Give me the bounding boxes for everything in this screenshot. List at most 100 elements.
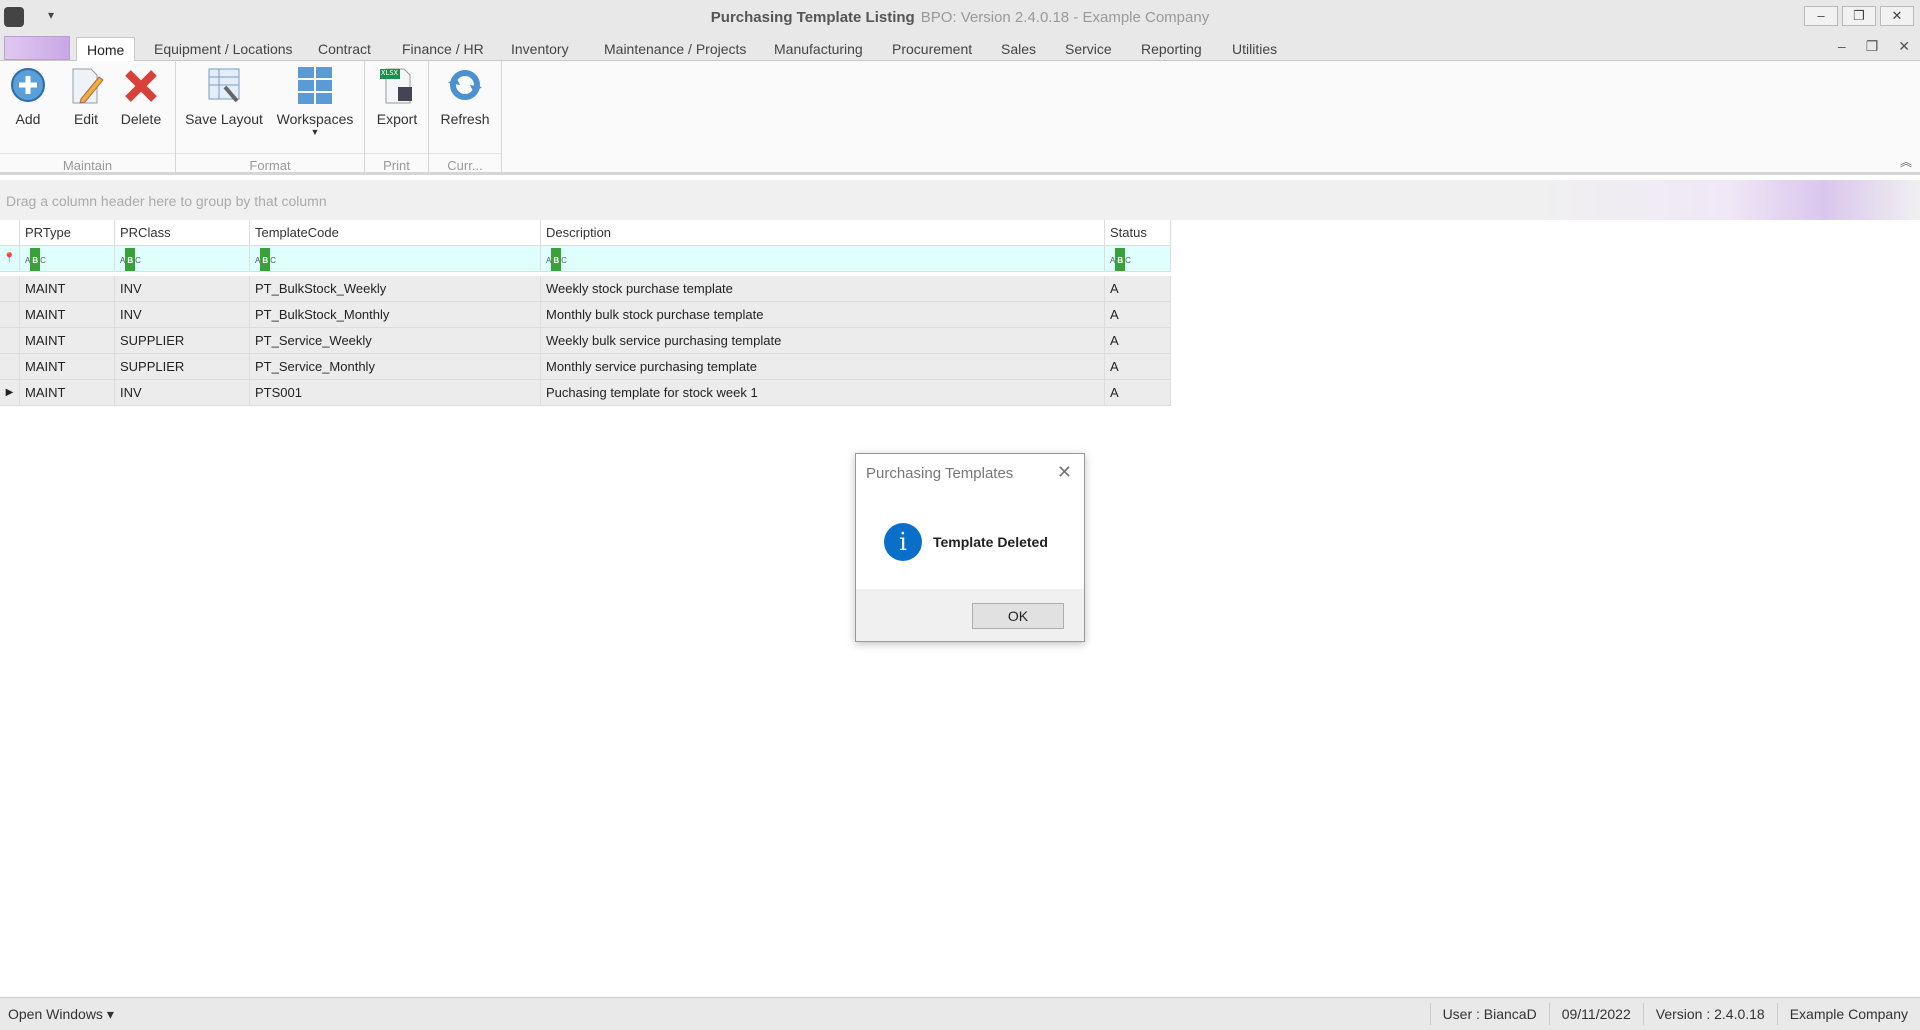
app-icon[interactable] <box>4 7 24 27</box>
table-row[interactable]: MAINT INV PT_BulkStock_Weekly Weekly stock … <box>0 276 1171 302</box>
delete-icon <box>122 65 160 105</box>
tab-finance-hr[interactable]: Finance / HR <box>392 37 494 61</box>
table-row[interactable]: MAINT SUPPLIER PT_Service_Monthly Monthly s… <box>0 354 1171 380</box>
cell-prtype[interactable]: MAINT <box>20 354 115 380</box>
collapse-ribbon-icon[interactable]: ︽ <box>1900 153 1912 170</box>
refresh-button[interactable]: Refresh <box>437 65 493 127</box>
cell-templatecode[interactable]: PT_BulkStock_Weekly <box>250 276 541 302</box>
close-button[interactable]: ✕ <box>1880 6 1914 26</box>
tab-home[interactable]: Home <box>76 37 136 61</box>
chevron-down-icon: ▼ <box>310 127 320 137</box>
save-layout-icon <box>205 65 243 105</box>
cell-description[interactable]: Puchasing template for stock week 1 <box>541 380 1105 406</box>
cell-status[interactable]: A <box>1105 328 1171 354</box>
cell-prclass[interactable]: SUPPLIER <box>115 328 250 354</box>
export-xlsx-icon: XLSX <box>378 65 416 105</box>
row-indicator[interactable] <box>0 354 20 380</box>
delete-button[interactable]: Delete <box>118 65 164 127</box>
column-header-status[interactable]: Status <box>1105 220 1171 246</box>
cell-status[interactable]: A <box>1105 354 1171 380</box>
tab-utilities[interactable]: Utilities <box>1222 37 1287 61</box>
export-button[interactable]: XLSX Export <box>375 65 419 127</box>
mdi-close-button[interactable]: ✕ <box>1898 38 1910 55</box>
mdi-minimize-button[interactable]: – <box>1838 38 1846 55</box>
tab-maintenance-projects[interactable]: Maintenance / Projects <box>594 37 756 61</box>
cell-prclass[interactable]: INV <box>115 302 250 328</box>
cell-prtype[interactable]: MAINT <box>20 302 115 328</box>
ribbon-tabs: Home Equipment / Locations Contract Fina… <box>0 34 1920 61</box>
tab-procurement[interactable]: Procurement <box>882 37 982 61</box>
status-version: Version : 2.4.0.18 <box>1642 1003 1777 1025</box>
cell-description[interactable]: Weekly bulk service purchasing template <box>541 328 1105 354</box>
ok-button[interactable]: OK <box>972 603 1064 629</box>
filter-prclass[interactable]: ABC <box>115 246 250 272</box>
column-header-description[interactable]: Description <box>541 220 1105 246</box>
tab-inventory[interactable]: Inventory <box>501 37 579 61</box>
application-menu-button[interactable] <box>4 36 70 60</box>
table-row[interactable]: MAINT INV PT_BulkStock_Monthly Monthly bulk… <box>0 302 1171 328</box>
open-windows-dropdown[interactable]: Open Windows ▾ <box>0 1006 1430 1023</box>
cell-prtype[interactable]: MAINT <box>20 276 115 302</box>
cell-templatecode[interactable]: PTS001 <box>250 380 541 406</box>
workspaces-icon <box>296 65 334 105</box>
table-row[interactable]: ▶ MAINT INV PTS001 Puchasing template for st… <box>0 380 1171 406</box>
message-dialog: Purchasing Templates ✕ i Template Delete… <box>855 453 1085 642</box>
quick-access-dropdown[interactable]: ▾ <box>48 8 54 22</box>
cell-description[interactable]: Weekly stock purchase template <box>541 276 1105 302</box>
text-filter-icon: ABC <box>255 248 276 271</box>
group-label-curr: Curr... <box>429 153 501 173</box>
window-subtitle: BPO: Version 2.4.0.18 - Example Company <box>920 8 1210 26</box>
group-currency: Refresh Curr... <box>429 61 502 175</box>
table-row[interactable]: MAINT SUPPLIER PT_Service_Weekly Weekly bul… <box>0 328 1171 354</box>
add-icon <box>9 65 47 105</box>
cell-templatecode[interactable]: PT_Service_Weekly <box>250 328 541 354</box>
filter-status[interactable]: ABC <box>1105 246 1171 272</box>
minimize-button[interactable]: – <box>1804 6 1838 26</box>
column-header-prtype[interactable]: PRType <box>20 220 115 246</box>
group-print: XLSX Export Print <box>365 61 429 175</box>
workspaces-button[interactable]: Workspaces ▼ <box>275 65 355 137</box>
filter-description[interactable]: ABC <box>541 246 1105 272</box>
row-indicator[interactable] <box>0 328 20 354</box>
column-header-templatecode[interactable]: TemplateCode <box>250 220 541 246</box>
column-header-prclass[interactable]: PRClass <box>115 220 250 246</box>
row-indicator[interactable] <box>0 302 20 328</box>
cell-prclass[interactable]: INV <box>115 380 250 406</box>
save-layout-button[interactable]: Save Layout <box>184 65 264 127</box>
restore-button[interactable]: ❐ <box>1842 6 1876 26</box>
cell-prclass[interactable]: INV <box>115 276 250 302</box>
edit-icon <box>67 65 105 105</box>
tab-equipment-locations[interactable]: Equipment / Locations <box>144 37 303 61</box>
text-filter-icon: ABC <box>546 248 567 271</box>
cell-templatecode[interactable]: PT_Service_Monthly <box>250 354 541 380</box>
dialog-close-button[interactable]: ✕ <box>1057 462 1072 483</box>
tab-reporting[interactable]: Reporting <box>1131 37 1212 61</box>
status-company: Example Company <box>1776 1003 1920 1025</box>
cell-prtype[interactable]: MAINT <box>20 328 115 354</box>
mdi-restore-button[interactable]: ❐ <box>1866 38 1879 55</box>
tab-sales[interactable]: Sales <box>991 37 1046 61</box>
tab-service[interactable]: Service <box>1055 37 1122 61</box>
tab-contract[interactable]: Contract <box>308 37 381 61</box>
cell-templatecode[interactable]: PT_BulkStock_Monthly <box>250 302 541 328</box>
cell-prtype[interactable]: MAINT <box>20 380 115 406</box>
current-row-indicator-icon[interactable]: ▶ <box>0 380 20 406</box>
cell-status[interactable]: A <box>1105 276 1171 302</box>
dialog-message: Template Deleted <box>933 534 1048 550</box>
status-bar: Open Windows ▾ User : BiancaD 09/11/2022… <box>0 997 1920 1030</box>
filter-templatecode[interactable]: ABC <box>250 246 541 272</box>
cell-status[interactable]: A <box>1105 380 1171 406</box>
tab-manufacturing[interactable]: Manufacturing <box>764 37 873 61</box>
cell-status[interactable]: A <box>1105 302 1171 328</box>
filter-pin-icon: 📍 <box>0 246 20 272</box>
edit-button[interactable]: Edit <box>66 65 106 127</box>
status-date: 09/11/2022 <box>1548 1003 1643 1025</box>
text-filter-icon: ABC <box>25 248 46 271</box>
cell-description[interactable]: Monthly bulk stock purchase template <box>541 302 1105 328</box>
cell-prclass[interactable]: SUPPLIER <box>115 354 250 380</box>
cell-description[interactable]: Monthly service purchasing template <box>541 354 1105 380</box>
group-by-panel[interactable]: Drag a column header here to group by th… <box>0 180 1920 220</box>
add-button[interactable]: Add <box>8 65 48 127</box>
row-indicator[interactable] <box>0 276 20 302</box>
filter-prtype[interactable]: ABC <box>20 246 115 272</box>
